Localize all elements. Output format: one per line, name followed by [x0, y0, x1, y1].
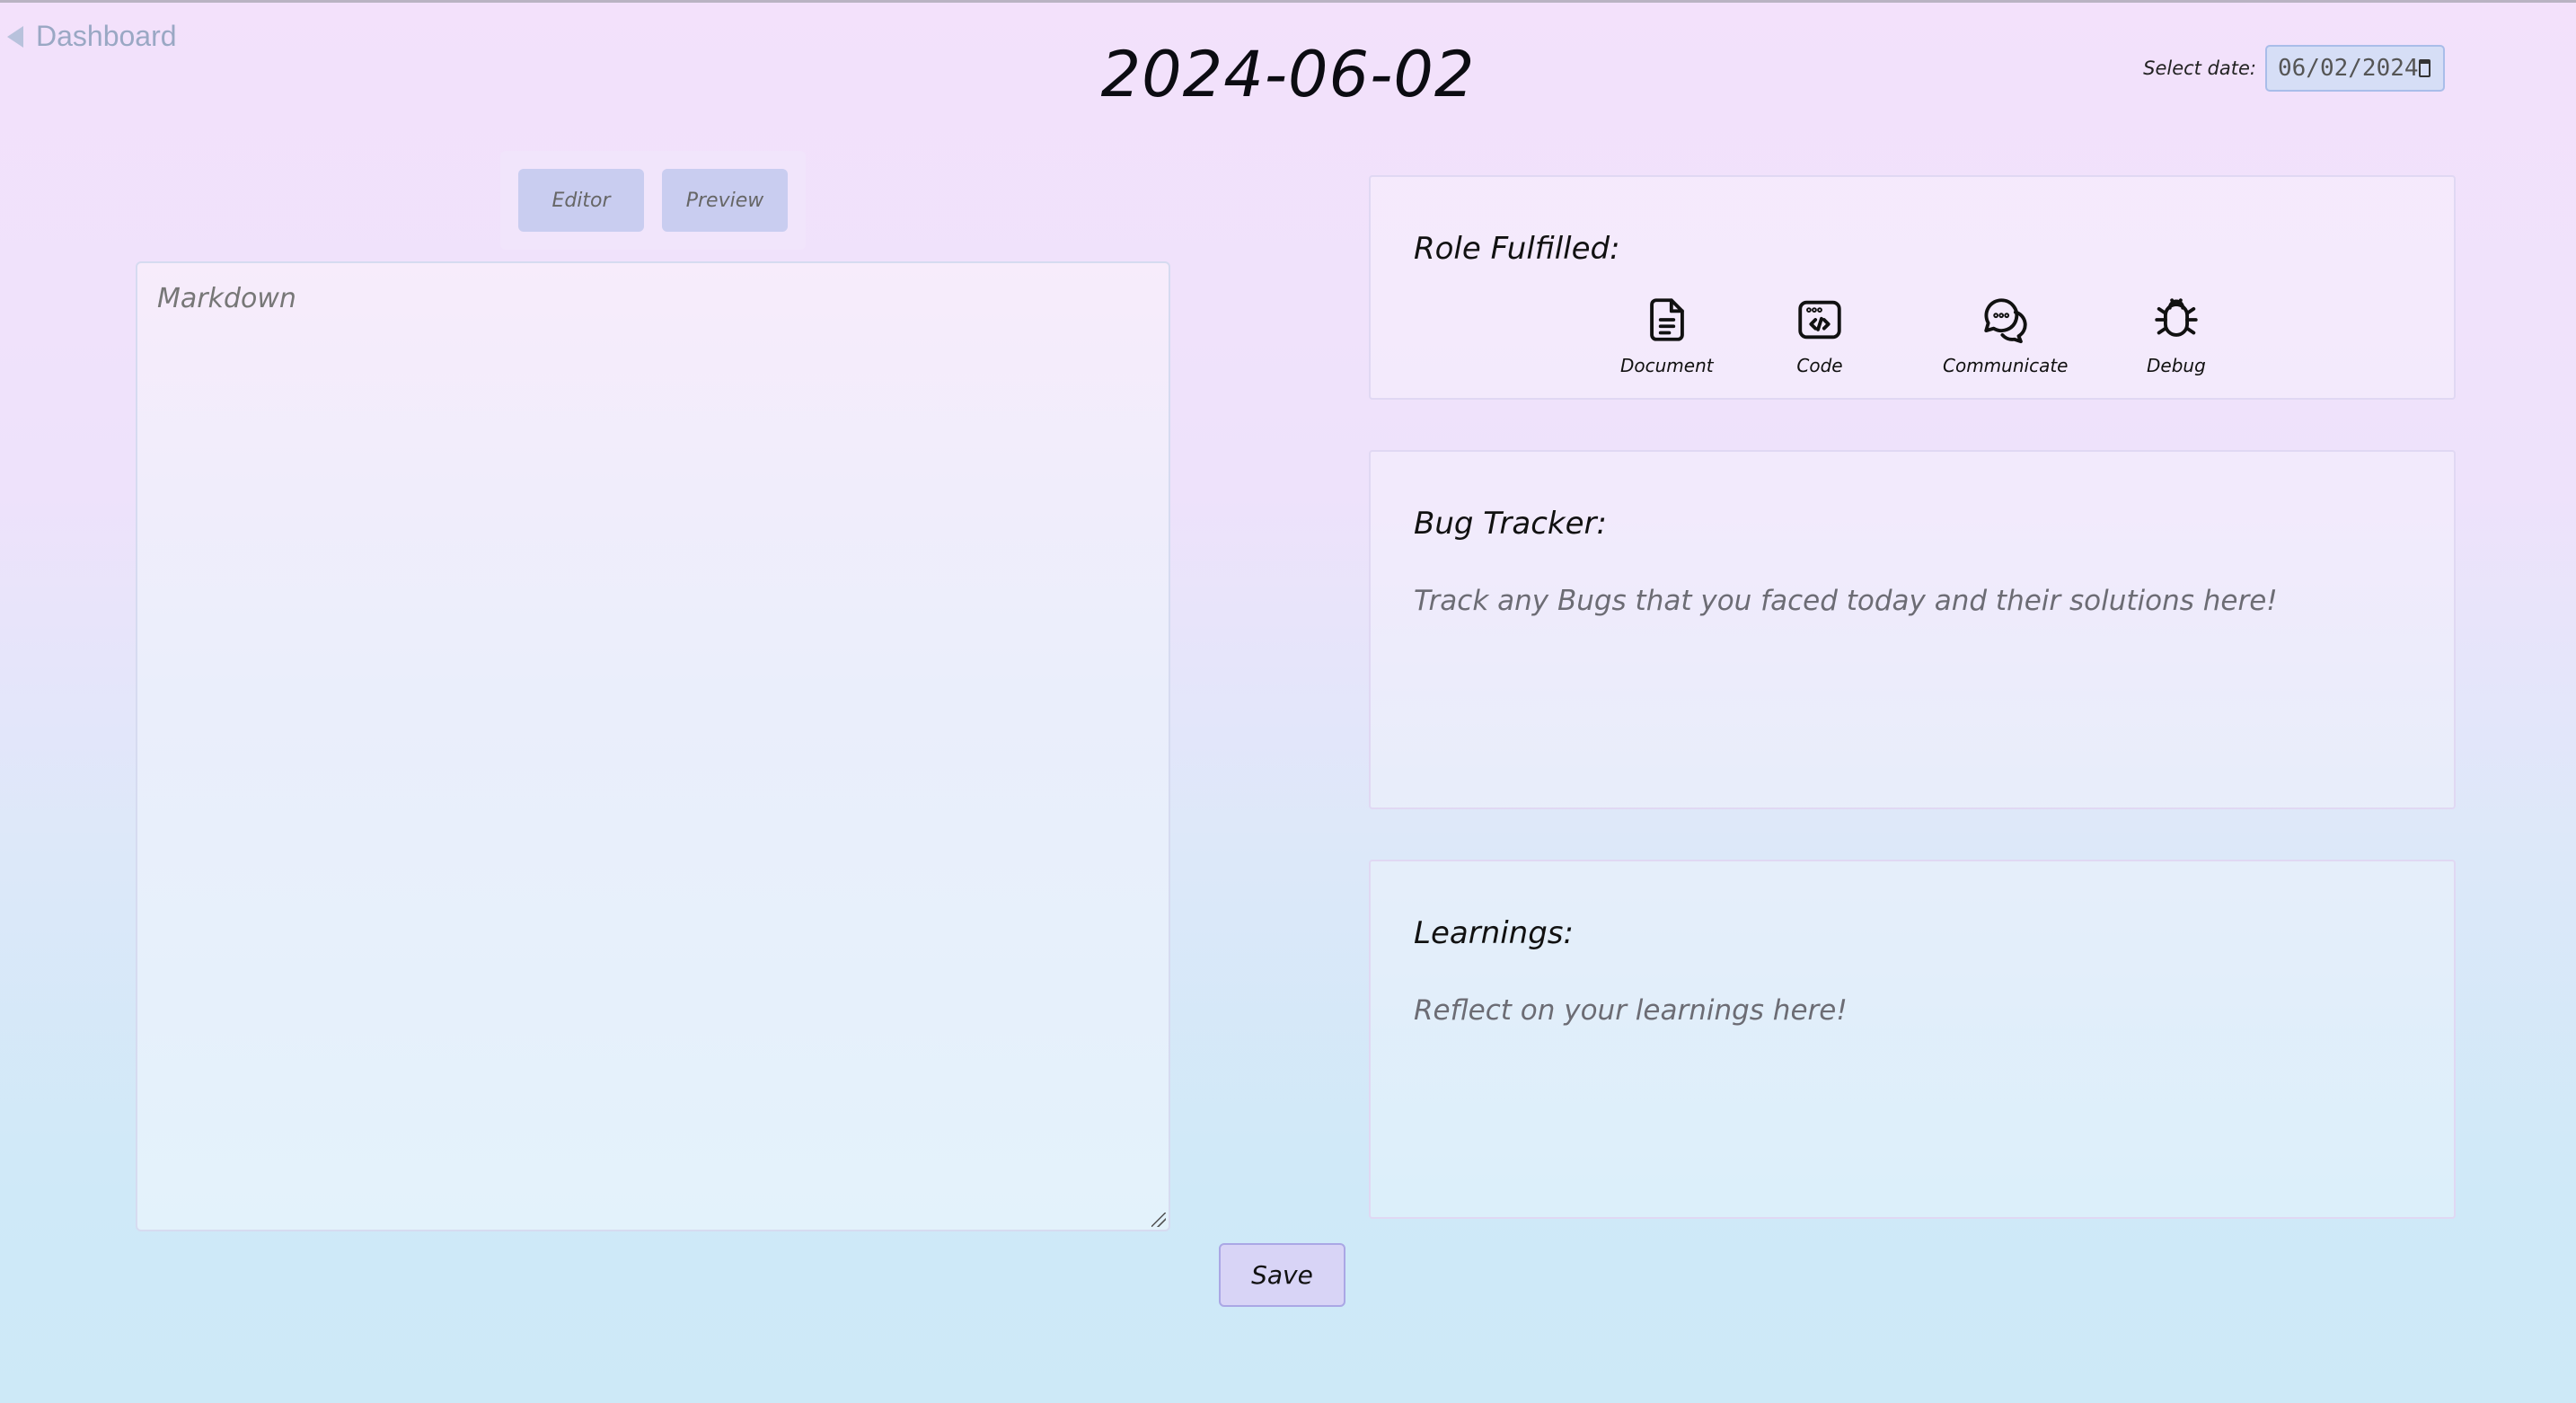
code-icon — [1798, 300, 1841, 340]
bug-tracker-title: Bug Tracker: — [1414, 506, 1607, 542]
debug-icon — [2155, 298, 2198, 337]
date-value: 06/02/2024 — [2278, 55, 2419, 82]
date-picker: Select date: 06/02/2024 — [2143, 45, 2445, 92]
role-debug[interactable]: Debug — [2147, 294, 2206, 376]
role-label: Communicate — [1943, 355, 2069, 376]
save-button[interactable]: Save — [1219, 1243, 1345, 1307]
bug-tracker-placeholder: Track any Bugs that you faced today and … — [1414, 585, 2278, 617]
role-list: Document Code Communicate Debug — [1371, 294, 2454, 393]
bug-tracker-card[interactable]: Bug Tracker: Track any Bugs that you fac… — [1369, 450, 2456, 809]
communicate-icon — [1984, 298, 2027, 344]
date-label: Select date: — [2143, 57, 2256, 79]
date-input[interactable]: 06/02/2024 — [2265, 45, 2445, 92]
role-communicate[interactable]: Communicate — [1943, 294, 2068, 376]
role-label: Code — [1796, 355, 1843, 376]
editor-tab-button[interactable]: Editor — [518, 169, 644, 232]
learnings-card[interactable]: Learnings: Reflect on your learnings her… — [1369, 860, 2456, 1219]
top-border — [0, 0, 2576, 3]
learnings-title: Learnings: — [1414, 915, 1574, 951]
role-card: Role Fulfilled: Document Code Communicat… — [1369, 175, 2456, 400]
view-toggle: Editor Preview — [500, 151, 806, 250]
editor-placeholder: Markdown — [157, 283, 296, 314]
role-card-title: Role Fulfilled: — [1414, 231, 1620, 267]
document-icon — [1649, 298, 1684, 341]
role-code[interactable]: Code — [1794, 294, 1846, 376]
role-document[interactable]: Document — [1620, 294, 1714, 376]
calendar-icon[interactable] — [2418, 59, 2430, 77]
role-label: Debug — [2147, 355, 2206, 376]
learnings-placeholder: Reflect on your learnings here! — [1414, 994, 1848, 1027]
preview-tab-button[interactable]: Preview — [662, 169, 788, 232]
resize-handle-icon[interactable] — [1151, 1213, 1166, 1227]
markdown-editor[interactable]: Markdown — [136, 261, 1170, 1231]
role-label: Document — [1620, 355, 1714, 376]
